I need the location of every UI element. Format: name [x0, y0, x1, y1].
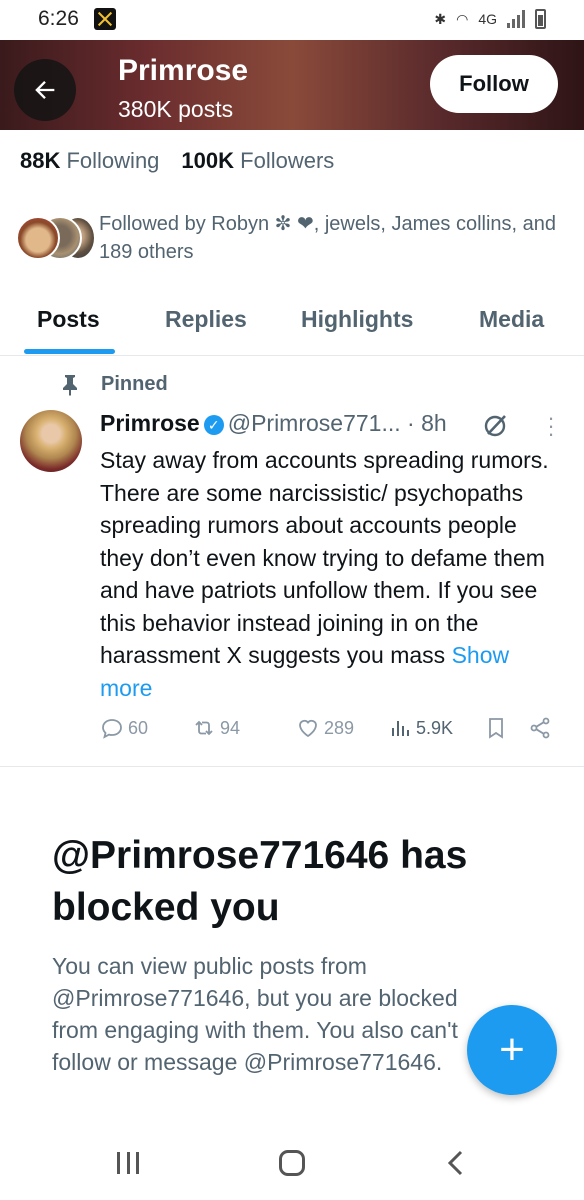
followers-link[interactable]: 100K Followers: [181, 148, 334, 173]
tab-posts[interactable]: Posts: [37, 306, 100, 333]
plus-icon: +: [499, 1025, 525, 1074]
post-handle[interactable]: @Primrose771...: [228, 410, 401, 436]
bluetooth-icon: ✱: [434, 10, 447, 27]
like-count: 289: [324, 717, 355, 738]
recent-apps-button[interactable]: [117, 1152, 139, 1174]
status-time: 6:26: [38, 7, 79, 30]
following-count: 88K: [20, 148, 61, 173]
pinned-label: Pinned: [101, 373, 168, 395]
home-button[interactable]: [279, 1150, 305, 1176]
mutual-avatars: [16, 216, 96, 260]
grok-icon[interactable]: [483, 412, 509, 438]
post-count: 380K posts: [118, 96, 234, 122]
app-notification-icon: [94, 8, 116, 30]
back-nav-icon[interactable]: [446, 1150, 466, 1176]
pin-icon: [63, 375, 77, 396]
views-icon: [392, 721, 409, 736]
wifi-icon: ◠: [456, 10, 469, 27]
views-button[interactable]: 5.9K: [388, 716, 453, 740]
post-time: · 8h: [407, 410, 447, 436]
compose-post-button[interactable]: +: [467, 1005, 557, 1095]
avatar[interactable]: [20, 410, 82, 472]
post-author[interactable]: Primrose: [100, 410, 200, 436]
bookmark-button[interactable]: [484, 716, 508, 740]
post-body[interactable]: Stay away from accounts spreading rumors…: [100, 444, 550, 704]
system-nav-bar: [0, 1130, 584, 1200]
followers-label: Followers: [240, 148, 335, 173]
repost-button[interactable]: 94: [192, 716, 240, 740]
avatar: [16, 216, 60, 260]
profile-tabs: Posts Replies Highlights Media: [0, 296, 584, 356]
arrow-left-icon: [35, 81, 55, 99]
repost-icon: [195, 720, 213, 736]
view-count: 5.9K: [416, 717, 454, 738]
follow-button[interactable]: Follow: [430, 55, 558, 113]
followed-by-text: Followed by Robyn ✼ ❤, jewels, James col…: [99, 213, 557, 263]
tab-highlights[interactable]: Highlights: [301, 306, 413, 333]
tab-media[interactable]: Media: [479, 306, 544, 333]
heart-icon: [299, 719, 317, 738]
followers-count: 100K: [181, 148, 235, 173]
following-label: Following: [66, 148, 160, 173]
status-icons: ✱ ◠ 4G: [434, 9, 546, 29]
share-button[interactable]: [528, 716, 552, 740]
tab-replies[interactable]: Replies: [165, 306, 247, 333]
like-button[interactable]: 289: [296, 716, 354, 740]
post-text: Stay away from accounts spreading rumors…: [100, 447, 549, 668]
profile-name: Primrose: [118, 54, 249, 87]
network-type: 4G: [478, 11, 497, 27]
more-options-icon[interactable]: · · ·: [543, 407, 559, 445]
blocked-title: @Primrose771646 has blocked you: [52, 834, 468, 929]
followed-by-row[interactable]: Followed by Robyn ✼ ❤, jewels, James col…: [16, 210, 566, 270]
battery-icon: [535, 9, 546, 29]
reply-icon: [102, 719, 122, 739]
share-icon: [530, 717, 550, 739]
back-button[interactable]: [14, 59, 76, 121]
blocked-description: You can view public posts from @Primrose…: [52, 953, 458, 1075]
follow-stats: 88K Following 100K Followers: [20, 148, 334, 174]
bookmark-icon: [489, 718, 503, 739]
divider: [0, 766, 584, 767]
repost-count: 94: [220, 717, 241, 738]
profile-header-banner: Primrose 380K posts Follow: [0, 40, 584, 130]
active-tab-indicator: [24, 349, 115, 354]
reply-button[interactable]: 60: [100, 716, 148, 740]
post-actions: 60 94 289 5.9K: [100, 716, 560, 746]
reply-count: 60: [128, 717, 149, 738]
verified-badge-icon: ✓: [203, 415, 224, 435]
status-bar: 6:26 ✱ ◠ 4G: [0, 0, 584, 40]
signal-icon: [507, 10, 525, 28]
post-header: Primrose ✓ @Primrose771... · 8h: [100, 410, 447, 437]
following-link[interactable]: 88K Following: [20, 148, 159, 173]
